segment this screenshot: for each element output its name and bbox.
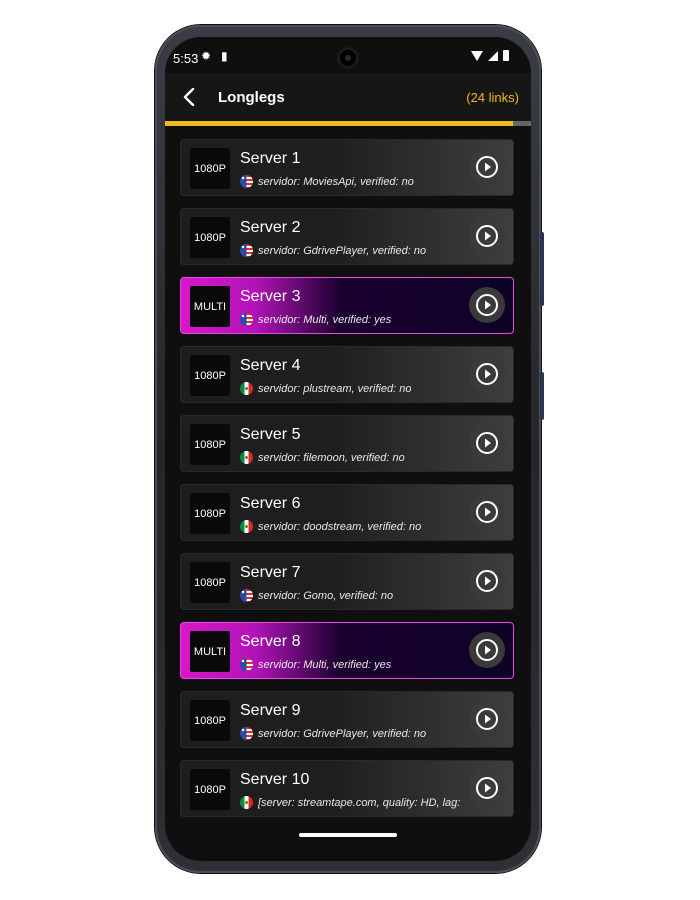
mx-flag-icon [240,382,253,395]
server-card[interactable]: 1080P Server 7 servidor: Gomo, verified: n… [180,553,514,610]
play-icon [476,225,498,247]
front-camera [337,47,359,69]
play-icon [476,363,498,385]
quality-badge: 1080P [190,148,230,189]
quality-badge: 1080P [190,769,230,810]
play-icon [476,294,498,316]
volume-button [540,232,544,306]
server-card[interactable]: MULTI Server 8 servidor: Multi, verified: … [180,622,514,679]
server-meta: servidor: filemoon, verified: no [258,452,405,464]
play-button[interactable] [469,632,505,668]
server-card[interactable]: 1080P Server 1 servidor: MoviesApi, verifi… [180,139,514,196]
app-screen: 5:53 ✹ ▮ Longlegs (24 links) 1080P Server… [165,37,531,861]
server-meta: [server: streamtape.com, quality: HD, la… [258,797,461,809]
play-button[interactable] [469,287,505,323]
server-card[interactable]: 1080P Server 2 servidor: GdrivePlayer, ver… [180,208,514,265]
server-card[interactable]: 1080P Server 6 servidor: doodstream, verif… [180,484,514,541]
wifi-icon [471,50,483,61]
server-meta: servidor: plustream, verified: no [258,383,412,395]
us-flag-icon [240,244,253,257]
sd-card-status-icon: ▮ [221,49,228,63]
status-icons [471,50,509,61]
server-card[interactable]: 1080P Server 9 servidor: GdrivePlayer, ver… [180,691,514,748]
mx-flag-icon [240,520,253,533]
play-icon [476,639,498,661]
quality-badge: MULTI [190,286,230,327]
quality-badge: 1080P [190,562,230,603]
play-button[interactable] [469,356,505,392]
quality-badge: 1080P [190,355,230,396]
us-flag-icon [240,727,253,740]
play-button[interactable] [469,770,505,806]
progress-bar [165,121,531,126]
quality-badge: 1080P [190,424,230,465]
server-meta: servidor: Multi, verified: yes [258,314,392,326]
settings-status-icon: ✹ [201,49,212,63]
signal-icon [488,50,498,61]
quality-badge: 1080P [190,493,230,534]
status-bar: 5:53 ✹ ▮ [165,37,531,73]
us-flag-icon [240,589,253,602]
server-name: Server 7 [240,564,301,581]
links-count: (24 links) [466,90,519,105]
back-arrow-icon[interactable] [177,85,201,109]
server-meta: servidor: Gomo, verified: no [258,590,394,602]
play-icon [476,570,498,592]
quality-badge: 1080P [190,217,230,258]
server-name: Server 3 [240,288,301,305]
server-name: Server 9 [240,702,301,719]
server-name: Server 2 [240,219,301,236]
play-button[interactable] [469,149,505,185]
us-flag-icon [240,313,253,326]
play-button[interactable] [469,701,505,737]
server-name: Server 4 [240,357,301,374]
app-toolbar: Longlegs (24 links) [165,73,531,121]
play-icon [476,777,498,799]
play-icon [476,156,498,178]
play-button[interactable] [469,425,505,461]
play-icon [476,708,498,730]
server-meta: servidor: GdrivePlayer, verified: no [258,728,427,740]
server-meta: servidor: doodstream, verified: no [258,521,422,533]
status-time: 5:53 [173,51,199,66]
us-flag-icon [240,175,253,188]
server-name: Server 8 [240,633,301,650]
server-card[interactable]: 1080P Server 4 servidor: plustream, verifi… [180,346,514,403]
quality-badge: 1080P [190,700,230,741]
server-name: Server 10 [240,771,310,788]
server-name: Server 1 [240,150,301,167]
server-meta: servidor: GdrivePlayer, verified: no [258,245,427,257]
quality-badge: MULTI [190,631,230,672]
server-name: Server 5 [240,426,301,443]
play-icon [476,432,498,454]
battery-icon [503,50,509,61]
play-button[interactable] [469,494,505,530]
server-card[interactable]: MULTI Server 3 servidor: Multi, verified: … [180,277,514,334]
server-meta: servidor: MoviesApi, verified: no [258,176,414,188]
page-title: Longlegs [218,89,285,106]
server-card[interactable]: 1080P Server 5 servidor: filemoon, verifie… [180,415,514,472]
progress-fill [165,121,513,126]
play-button[interactable] [469,563,505,599]
play-button[interactable] [469,218,505,254]
home-indicator[interactable] [299,833,397,837]
mx-flag-icon [240,451,253,464]
play-icon [476,501,498,523]
power-button [540,372,544,420]
server-meta: servidor: Multi, verified: yes [258,659,392,671]
us-flag-icon [240,658,253,671]
mx-flag-icon [240,796,253,809]
server-name: Server 6 [240,495,301,512]
server-card[interactable]: 1080P Server 10 [server: streamtape.com, q… [180,760,514,817]
